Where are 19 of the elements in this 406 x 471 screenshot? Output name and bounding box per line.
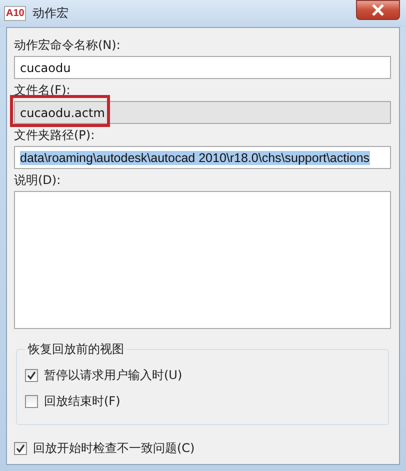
input-field[interactable]: data\roaming\autodesk\autocad 2010\r18.0\chs\support\actions xyxy=(14,146,391,169)
field-label: 动作宏命令名称(N): xyxy=(14,38,122,52)
window-title: 动作宏 xyxy=(32,5,70,22)
field-label: 说明(D): xyxy=(14,173,62,187)
input-field[interactable]: cucaodu.actm xyxy=(14,101,391,124)
checkbox[interactable] xyxy=(25,368,38,382)
checkbox-label: 回放开始时检查不一致问题(C) xyxy=(33,440,195,456)
field-label: 文件夹路径(P): xyxy=(14,128,96,142)
checkbox-label: 暂停以请求用户输入时(U) xyxy=(44,366,182,384)
description-field[interactable] xyxy=(14,191,391,329)
checkbox[interactable] xyxy=(25,394,38,408)
field-label: 文件名(F): xyxy=(14,83,72,97)
checkbox-label: 回放结束时(F) xyxy=(44,392,120,410)
close-icon xyxy=(371,4,385,16)
app-icon: A10 xyxy=(4,6,26,21)
close-button[interactable] xyxy=(356,0,400,20)
group-title: 恢复回放前的视图 xyxy=(26,341,125,358)
input-field[interactable]: cucaodu xyxy=(14,56,391,79)
checkbox[interactable] xyxy=(14,442,27,454)
